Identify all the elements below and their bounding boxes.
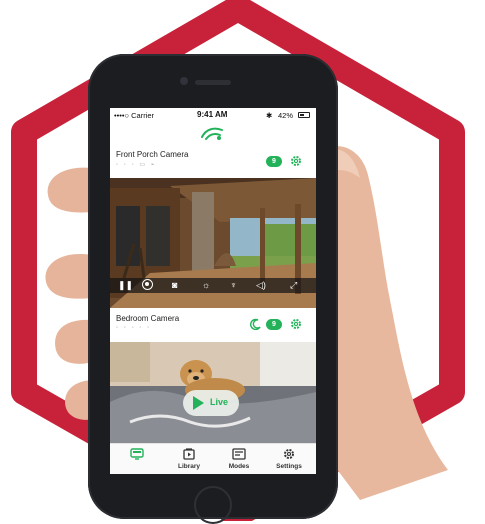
clip-count-badge[interactable]: 9 [266, 319, 282, 330]
camera-status-icons: ◦ ◦ ◦ ◦ ◦ [116, 325, 152, 331]
record-icon[interactable] [142, 279, 153, 290]
night-mode-icon[interactable] [250, 318, 262, 330]
bedroom-feed[interactable]: Live [110, 342, 316, 443]
live-button[interactable]: Live [183, 390, 239, 416]
play-icon [193, 396, 204, 410]
fullscreen-icon[interactable]: ⤢ [290, 280, 297, 291]
tab-modes[interactable]: Modes [214, 444, 264, 474]
volume-icon[interactable]: ◁) [256, 280, 266, 291]
earpiece [195, 80, 231, 85]
video-controls: ❚❚ ◙ ☼ ♆ ◁) ⤢ [110, 278, 316, 293]
brightness-icon[interactable]: ☼ [202, 280, 210, 291]
microphone-icon[interactable]: ♆ [230, 280, 237, 291]
tab-bar: Library Modes Settings [110, 443, 316, 474]
snapshot-icon[interactable]: ◙ [172, 280, 177, 291]
tab-library[interactable]: Library [164, 444, 214, 474]
tab-label: Modes [228, 463, 250, 470]
tab-settings[interactable]: Settings [264, 444, 314, 474]
camera-card-header[interactable]: Bedroom Camera ◦ ◦ ◦ ◦ ◦ 9 [110, 312, 316, 342]
front-camera-icon [180, 77, 188, 85]
camera-name: Bedroom Camera [116, 314, 180, 323]
library-icon [183, 448, 195, 460]
phone: ••••○ Carrier 9:41 AM ✱ 42% Front Porch … [88, 54, 338, 524]
tab-cameras[interactable] [112, 444, 162, 474]
camera-card-header[interactable]: Front Porch Camera ◦ ◦ ◦ ▭ ⌁ 9 [110, 148, 316, 178]
battery-percent: 42% [278, 111, 294, 120]
modes-icon [232, 448, 246, 460]
clip-count-badge[interactable]: 9 [266, 156, 282, 167]
carrier-label: ••••○ Carrier [114, 111, 155, 120]
camera-settings-gear-icon[interactable] [290, 155, 302, 167]
camera-settings-gear-icon[interactable] [290, 318, 302, 330]
app-screen: ••••○ Carrier 9:41 AM ✱ 42% Front Porch … [110, 108, 316, 474]
home-button[interactable] [194, 486, 232, 524]
tab-label: Library [177, 463, 201, 470]
pause-icon[interactable]: ❚❚ [118, 280, 133, 291]
camera-status-icons: ◦ ◦ ◦ ▭ ⌁ [116, 162, 157, 168]
battery-icon [298, 112, 310, 118]
app-logo-icon [201, 127, 223, 140]
gear-icon [284, 449, 294, 459]
status-bar: ••••○ Carrier 9:41 AM ✱ 42% [110, 108, 316, 122]
camera-name: Front Porch Camera [116, 150, 189, 159]
bluetooth-icon: ✱ [266, 111, 273, 120]
tab-label: Settings [276, 463, 302, 470]
live-label: Live [210, 397, 229, 407]
cameras-icon [130, 448, 144, 460]
clock: 9:41 AM [197, 110, 228, 119]
